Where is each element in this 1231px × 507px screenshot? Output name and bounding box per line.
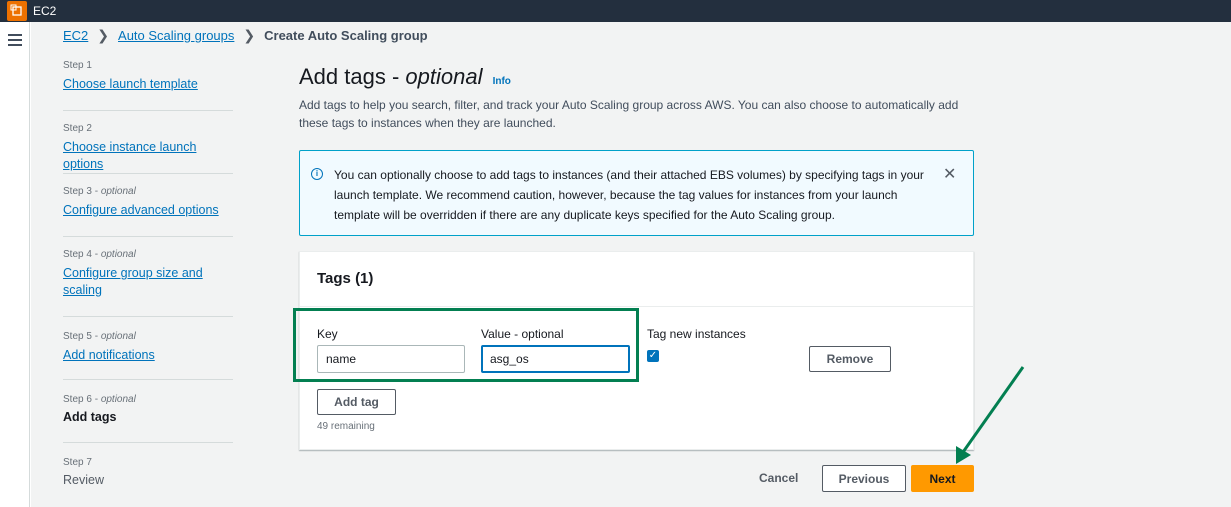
menu-icon[interactable] <box>8 34 22 49</box>
service-name[interactable]: EC2 <box>33 4 56 18</box>
ec2-service-icon[interactable] <box>7 1 27 21</box>
top-navigation-bar: EC2 <box>0 0 1231 22</box>
side-navigation-rail <box>0 22 30 507</box>
main-content: EC2 ❯ Auto Scaling groups ❯ Create Auto … <box>31 22 1231 507</box>
annotation-arrow-icon <box>956 366 1025 464</box>
